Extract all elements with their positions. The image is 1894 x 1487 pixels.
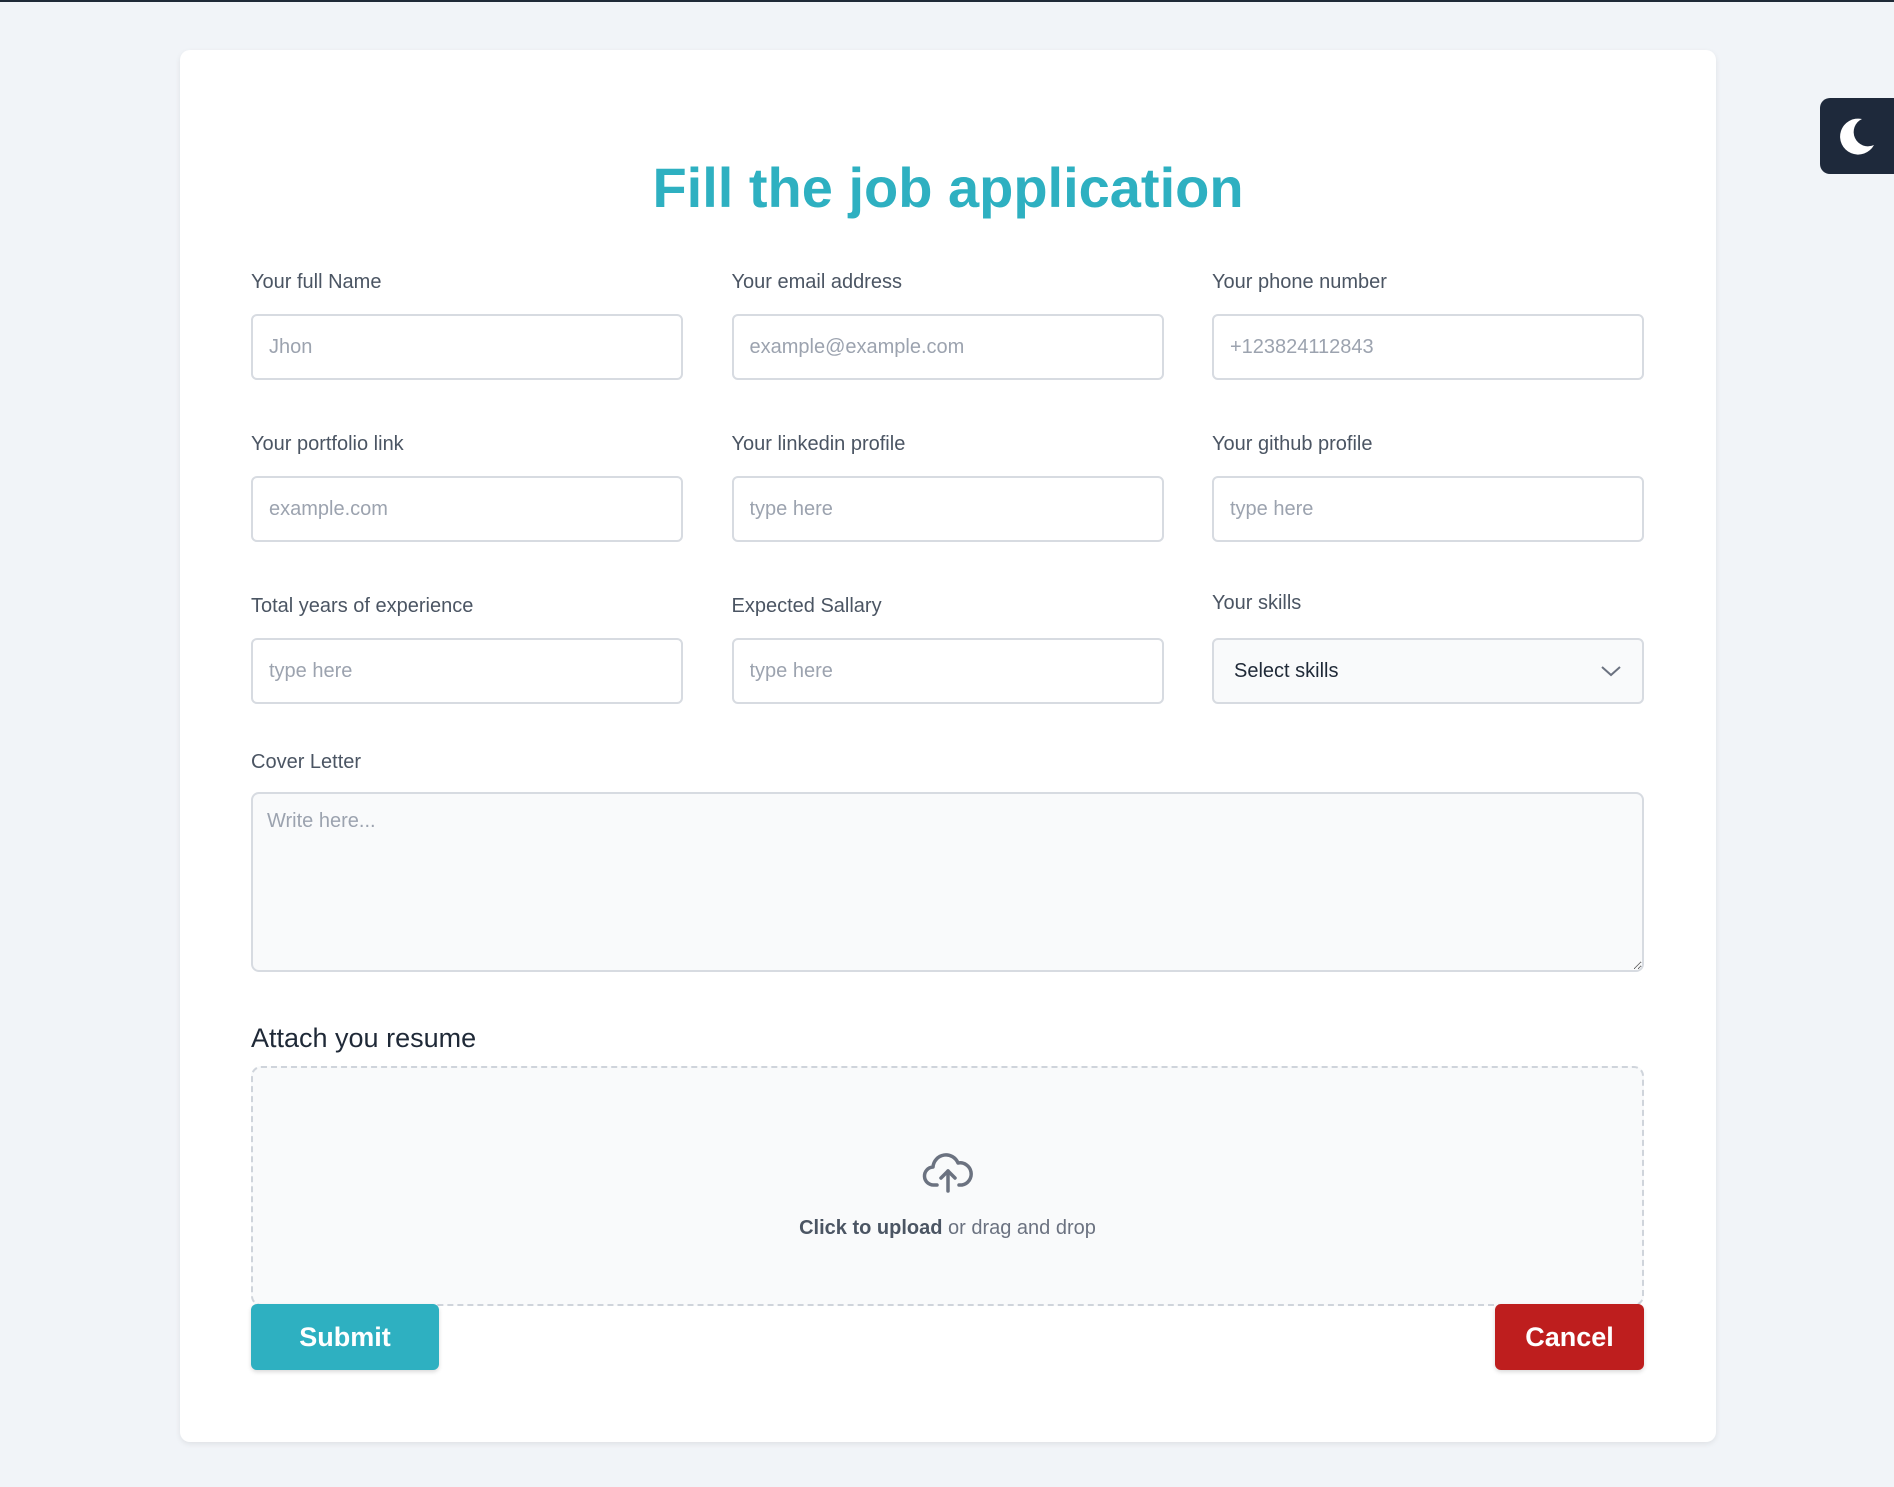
resume-label: Attach you resume <box>251 1023 477 1053</box>
skills-group: Your skills Select skills <box>1212 592 1644 756</box>
portfolio-input[interactable] <box>251 476 683 542</box>
skills-select[interactable]: Select skills <box>1212 638 1644 704</box>
salary-label: Expected Sallary <box>731 595 882 617</box>
portfolio-label: Your portfolio link <box>251 433 404 455</box>
experience-input[interactable] <box>251 638 683 704</box>
full-name-label: Your full Name <box>251 271 382 293</box>
salary-group: Expected Sallary <box>731 594 1164 756</box>
phone-group: Your phone number <box>1212 270 1644 432</box>
portfolio-group: Your portfolio link <box>251 432 683 594</box>
github-input[interactable] <box>1212 476 1644 542</box>
email-group: Your email address <box>731 270 1164 432</box>
github-group: Your github profile <box>1212 432 1644 594</box>
cover-letter-textarea[interactable] <box>251 792 1644 972</box>
resume-dropzone[interactable]: Click to upload or drag and drop <box>251 1066 1644 1306</box>
click-to-upload-link[interactable]: Click to upload <box>799 1217 942 1239</box>
drag-drop-text: or drag and drop <box>942 1216 1096 1239</box>
theme-toggle-button[interactable] <box>1820 98 1894 174</box>
cancel-button[interactable]: Cancel <box>1495 1304 1644 1370</box>
skills-select-value: Select skills <box>1234 659 1339 682</box>
cloud-upload-icon <box>922 1152 973 1193</box>
linkedin-input[interactable] <box>731 476 1164 542</box>
phone-input[interactable] <box>1212 314 1644 380</box>
phone-label: Your phone number <box>1212 271 1387 293</box>
resume-group: Attach you resume Click to upload or dra… <box>251 1022 1644 1306</box>
form-grid: Your full Name Your email address Your p… <box>251 270 1644 756</box>
linkedin-label: Your linkedin profile <box>731 433 906 455</box>
application-card: Fill the job application Your full Name … <box>180 50 1716 1442</box>
form-row: Your portfolio link Your linkedin profil… <box>251 432 1644 594</box>
full-name-group: Your full Name <box>251 270 683 432</box>
form-row: Total years of experience Expected Salla… <box>251 592 1644 756</box>
form-row: Your full Name Your email address Your p… <box>251 270 1644 432</box>
moon-icon <box>1840 118 1874 155</box>
full-name-input[interactable] <box>251 314 683 380</box>
skills-label: Your skills <box>1212 592 1302 614</box>
page-title: Fill the job application <box>652 156 1244 219</box>
email-label: Your email address <box>731 271 902 293</box>
salary-input[interactable] <box>731 638 1164 704</box>
experience-label: Total years of experience <box>251 595 474 617</box>
cover-letter-label: Cover Letter <box>251 751 362 773</box>
github-label: Your github profile <box>1212 433 1373 455</box>
chevron-down-icon <box>1601 666 1621 677</box>
cover-letter-group: Cover Letter <box>251 750 1644 972</box>
experience-group: Total years of experience <box>251 594 683 756</box>
upload-instructions: Click to upload or drag and drop <box>799 1217 1096 1240</box>
linkedin-group: Your linkedin profile <box>731 432 1164 594</box>
submit-button[interactable]: Submit <box>251 1304 439 1370</box>
email-input[interactable] <box>731 314 1164 380</box>
